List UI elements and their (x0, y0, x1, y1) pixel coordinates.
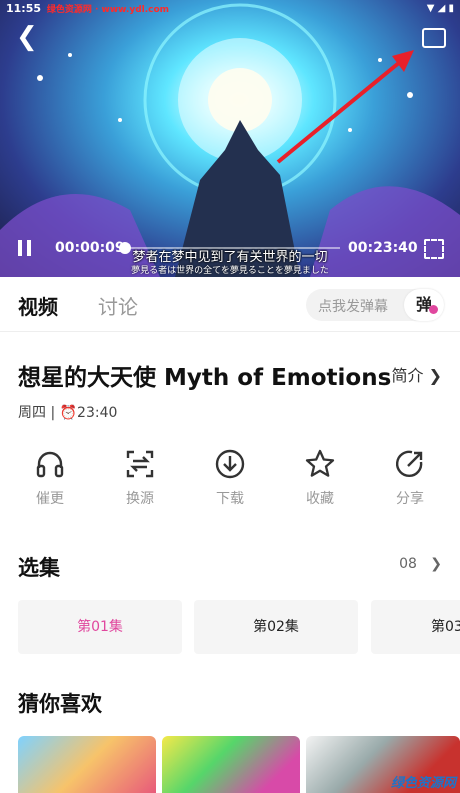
share-button[interactable]: 分享 (378, 448, 442, 508)
intro-label: 简介 (391, 366, 424, 385)
danmaku-placeholder: 点我发弹幕 (318, 299, 388, 315)
star-icon (305, 449, 335, 477)
action-label: 催更 (36, 491, 64, 507)
intro-link[interactable]: 简介 ❯ (391, 362, 442, 386)
action-row: 催更 换源 下载 收藏 分享 (18, 448, 442, 508)
video-player[interactable]: 11:55 绿色资源网 · www.ydl.com ▼ ◢ ▮ ❮ 00:00:… (0, 0, 460, 277)
tab-discuss[interactable]: 讨论 (98, 291, 138, 320)
action-label: 下载 (216, 491, 244, 507)
favorite-button[interactable]: 收藏 (288, 448, 352, 508)
episodes-heading: 选集 (18, 556, 60, 580)
tab-video[interactable]: 视频 (18, 291, 58, 320)
episode-item[interactable]: 第03 (371, 600, 460, 654)
show-title: 想星的大天使 Myth of Emotions (18, 365, 392, 391)
danmaku-input[interactable]: 点我发弹幕 弹 (306, 289, 444, 321)
danmaku-toggle-button[interactable]: 弹 (404, 289, 444, 321)
headphones-icon (36, 451, 64, 478)
action-label: 分享 (396, 491, 424, 507)
urge-update-button[interactable]: 催更 (18, 448, 82, 508)
episode-item[interactable]: 第01集 (18, 600, 182, 654)
recommend-thumbnail[interactable] (18, 736, 156, 793)
arrow-annotation (276, 50, 414, 164)
danmaku-badge-icon (429, 305, 438, 314)
download-icon (215, 449, 245, 479)
schedule-text: 周四 | ⏰23:40 (18, 405, 118, 421)
share-icon (395, 450, 423, 477)
chevron-right-icon: ❯ (428, 366, 442, 385)
episode-item[interactable]: 第02集 (194, 600, 358, 654)
episodes-more-link[interactable]: 08 ❯ (399, 556, 442, 572)
recommend-heading: 猜你喜欢 (18, 692, 102, 716)
episodes-count: 08 (399, 556, 417, 572)
action-label: 换源 (126, 491, 154, 507)
switch-source-button[interactable]: 换源 (108, 448, 172, 508)
action-label: 收藏 (306, 491, 334, 507)
site-watermark: 绿色资源网 (390, 776, 456, 791)
switch-source-icon (126, 450, 154, 478)
chevron-right-icon: ❯ (430, 556, 442, 572)
tab-bar: 视频 讨论 点我发弹幕 弹 (0, 277, 460, 332)
subtitle-jp: 夢見る者は世界の全てを夢見ることを夢見ました (131, 266, 329, 276)
download-button[interactable]: 下载 (198, 448, 262, 508)
recommend-thumbnail[interactable] (162, 736, 300, 793)
